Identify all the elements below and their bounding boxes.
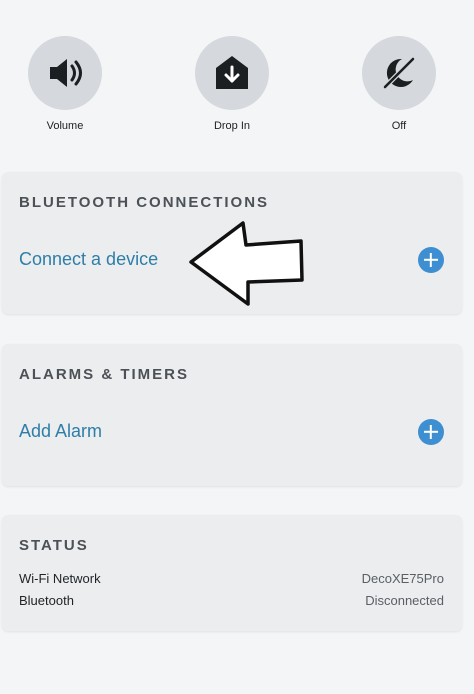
device-settings-screen: Volume Drop In Off BLUETOOTH CONNECTIONS… — [0, 0, 474, 694]
status-title: STATUS — [19, 537, 89, 554]
drop-in-button[interactable] — [195, 36, 269, 110]
status-row-wifi: Wi-Fi Network DecoXE75Pro — [19, 571, 444, 586]
bluetooth-status-label: Bluetooth — [19, 593, 74, 608]
drop-in-icon — [216, 56, 248, 89]
status-card: STATUS Wi-Fi Network DecoXE75Pro Bluetoo… — [2, 515, 462, 631]
speaker-icon — [50, 59, 82, 87]
volume-label: Volume — [46, 120, 84, 132]
pointer-arrow-icon — [189, 221, 304, 306]
wifi-network-value: DecoXE75Pro — [361, 571, 444, 586]
drop-in-action[interactable]: Drop In — [172, 36, 292, 132]
quick-actions: Volume Drop In Off — [0, 0, 474, 160]
off-label: Off — [391, 120, 407, 132]
bluetooth-status-value: Disconnected — [365, 593, 444, 608]
status-row-bluetooth: Bluetooth Disconnected — [19, 593, 444, 608]
wifi-network-label: Wi-Fi Network — [19, 571, 101, 586]
add-bluetooth-device-button[interactable] — [418, 247, 444, 273]
volume-button[interactable] — [28, 36, 102, 110]
add-alarm-button[interactable] — [418, 419, 444, 445]
do-not-disturb-action[interactable]: Off — [339, 36, 459, 132]
connect-device-link[interactable]: Connect a device — [19, 249, 158, 270]
alarms-title: ALARMS & TIMERS — [19, 366, 189, 383]
do-not-disturb-button[interactable] — [362, 36, 436, 110]
do-not-disturb-icon — [382, 56, 416, 90]
drop-in-label: Drop In — [213, 120, 251, 132]
bluetooth-title: BLUETOOTH CONNECTIONS — [19, 194, 270, 211]
alarms-card: ALARMS & TIMERS Add Alarm — [2, 344, 462, 486]
add-alarm-link[interactable]: Add Alarm — [19, 421, 102, 442]
volume-action[interactable]: Volume — [5, 36, 125, 132]
